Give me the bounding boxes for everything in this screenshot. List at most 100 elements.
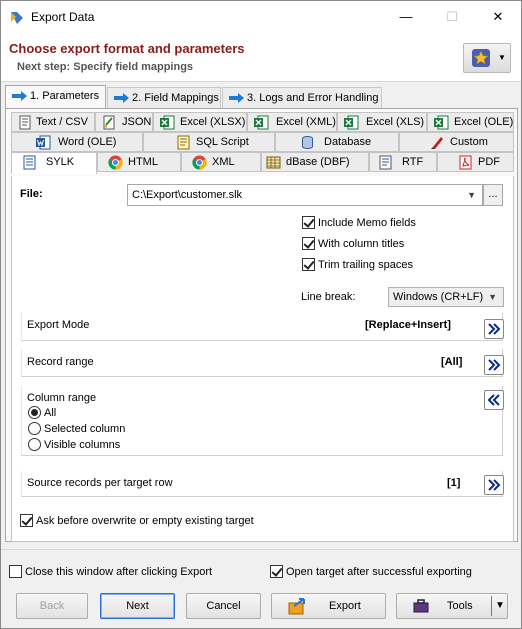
tab-excel-xlsx[interactable]: Excel (XLSX) [153, 112, 247, 132]
window-title: Export Data [31, 10, 95, 24]
minimize-button[interactable]: — [383, 1, 429, 32]
tab-rtf[interactable]: RTF [369, 152, 437, 172]
open-target-label: Open target after successful exporting [286, 566, 472, 578]
tab-sylk[interactable]: SYLK [11, 152, 97, 174]
double-chevron-left-icon [487, 394, 500, 406]
chevron-down-icon[interactable]: ▼ [495, 594, 505, 618]
step-tabs: 1. Parameters 2. Field Mappings 3. Logs … [1, 85, 521, 109]
close-button[interactable]: ✕ [475, 1, 521, 32]
open-target-checkbox[interactable] [270, 565, 283, 578]
column-range-selected-radio[interactable] [28, 422, 41, 435]
maximize-button[interactable]: ☐ [429, 1, 475, 32]
tab-parameters[interactable]: 1. Parameters [5, 85, 106, 109]
star-icon [472, 49, 490, 67]
tab-text-csv[interactable]: Text / CSV [11, 112, 95, 132]
file-label: File: [20, 188, 43, 200]
line-break-select[interactable]: Windows (CR+LF) ▼ [388, 287, 504, 307]
back-button[interactable]: Back [16, 593, 88, 619]
wizard-header: Choose export format and parameters Next… [1, 32, 521, 82]
wizard-footer: Close this window after clicking Export … [1, 549, 521, 628]
tab-html[interactable]: HTML [97, 152, 181, 172]
favorites-button[interactable]: ▼ [463, 43, 511, 73]
tab-label: 1. Parameters [30, 90, 100, 102]
expand-record-range-button[interactable] [484, 355, 504, 375]
sql-script-icon [177, 135, 190, 150]
tab-label: 2. Field Mappings [132, 92, 219, 104]
export-data-window: Export Data — ☐ ✕ Choose export format a… [0, 0, 522, 629]
tab-pdf[interactable]: PDF [437, 152, 514, 172]
excel-icon [254, 115, 269, 130]
tab-field-mappings[interactable]: 2. Field Mappings [107, 87, 221, 108]
export-button[interactable]: Export [271, 593, 386, 619]
expand-source-records-button[interactable] [484, 475, 504, 495]
chrome-icon [192, 155, 207, 170]
page-subtitle: Next step: Specify field mappings [17, 61, 194, 73]
chevron-down-icon[interactable]: ▼ [467, 185, 476, 205]
file-path-value: C:\Export\customer.slk [132, 189, 243, 201]
tools-split-divider [491, 596, 492, 616]
with-column-titles-label: With column titles [318, 238, 405, 250]
double-chevron-right-icon [488, 359, 501, 371]
text-file-icon [19, 115, 31, 130]
chevron-down-icon: ▼ [488, 292, 497, 302]
column-range-visible-radio[interactable] [28, 438, 41, 451]
export-app-icon [11, 12, 23, 24]
excel-icon [160, 115, 175, 130]
tab-logs-error-handling[interactable]: 3. Logs and Error Handling [222, 87, 382, 108]
ask-overwrite-label: Ask before overwrite or empty existing t… [36, 515, 254, 527]
collapse-column-range-button[interactable] [484, 390, 504, 410]
export-label: Export [329, 600, 361, 612]
arrow-right-icon [114, 93, 129, 103]
tab-dbase-dbf[interactable]: dBase (DBF) [261, 152, 369, 172]
export-icon [288, 598, 305, 615]
page-title: Choose export format and parameters [9, 41, 245, 56]
tab-xml[interactable]: XML [181, 152, 261, 172]
excel-icon [434, 115, 449, 130]
word-icon [36, 135, 51, 150]
tab-word-ole[interactable]: Word (OLE) [11, 132, 143, 152]
browse-file-button[interactable]: ... [483, 184, 503, 206]
double-chevron-right-icon [488, 479, 501, 491]
with-column-titles-checkbox[interactable] [302, 237, 315, 250]
next-button[interactable]: Next [100, 593, 175, 619]
expand-export-mode-button[interactable] [484, 319, 504, 339]
tab-database[interactable]: Database [275, 132, 399, 152]
column-range-all-radio[interactable] [28, 406, 41, 419]
include-memo-label: Include Memo fields [318, 217, 416, 229]
title-bar: Export Data — ☐ ✕ [1, 1, 521, 32]
tab-excel-xml[interactable]: Excel (XML) [247, 112, 337, 132]
cancel-button[interactable]: Cancel [186, 593, 261, 619]
include-memo-checkbox[interactable] [302, 216, 315, 229]
line-break-label: Line break: [301, 291, 356, 303]
tab-sql-script[interactable]: SQL Script [143, 132, 275, 152]
column-range-selected-label: Selected column [44, 423, 126, 435]
column-range-label: Column range [27, 392, 97, 404]
sylk-file-icon [23, 155, 36, 170]
tab-label: 3. Logs and Error Handling [247, 92, 379, 104]
excel-icon [344, 115, 359, 130]
trim-trailing-spaces-checkbox[interactable] [302, 258, 315, 271]
database-icon [302, 136, 313, 149]
source-records-label: Source records per target row [27, 477, 173, 489]
custom-pen-icon [431, 137, 443, 149]
rtf-file-icon [379, 155, 392, 170]
column-range-visible-label: Visible columns [44, 439, 121, 451]
record-range-value: [All] [441, 356, 463, 368]
close-after-export-label: Close this window after clicking Export [25, 566, 213, 578]
line-break-value: Windows (CR+LF) [393, 291, 484, 303]
tab-custom[interactable]: Custom [399, 132, 514, 152]
toolbox-icon [413, 599, 429, 613]
export-mode-label: Export Mode [27, 319, 90, 331]
tools-button[interactable]: Tools ▼ [396, 593, 508, 619]
dbase-table-icon [266, 156, 281, 169]
ask-overwrite-checkbox[interactable] [20, 514, 33, 527]
file-path-combo[interactable]: C:\Export\customer.slk ▼ [127, 184, 483, 206]
tab-json[interactable]: JSON [95, 112, 153, 132]
export-mode-value: [Replace+Insert] [365, 319, 451, 331]
tab-excel-ole[interactable]: Excel (OLE) [427, 112, 514, 132]
chrome-icon [108, 155, 123, 170]
close-after-export-checkbox[interactable] [9, 565, 22, 578]
chevron-down-icon: ▼ [498, 53, 506, 62]
tab-excel-xls[interactable]: Excel (XLS) [337, 112, 427, 132]
arrow-right-icon [229, 93, 244, 103]
